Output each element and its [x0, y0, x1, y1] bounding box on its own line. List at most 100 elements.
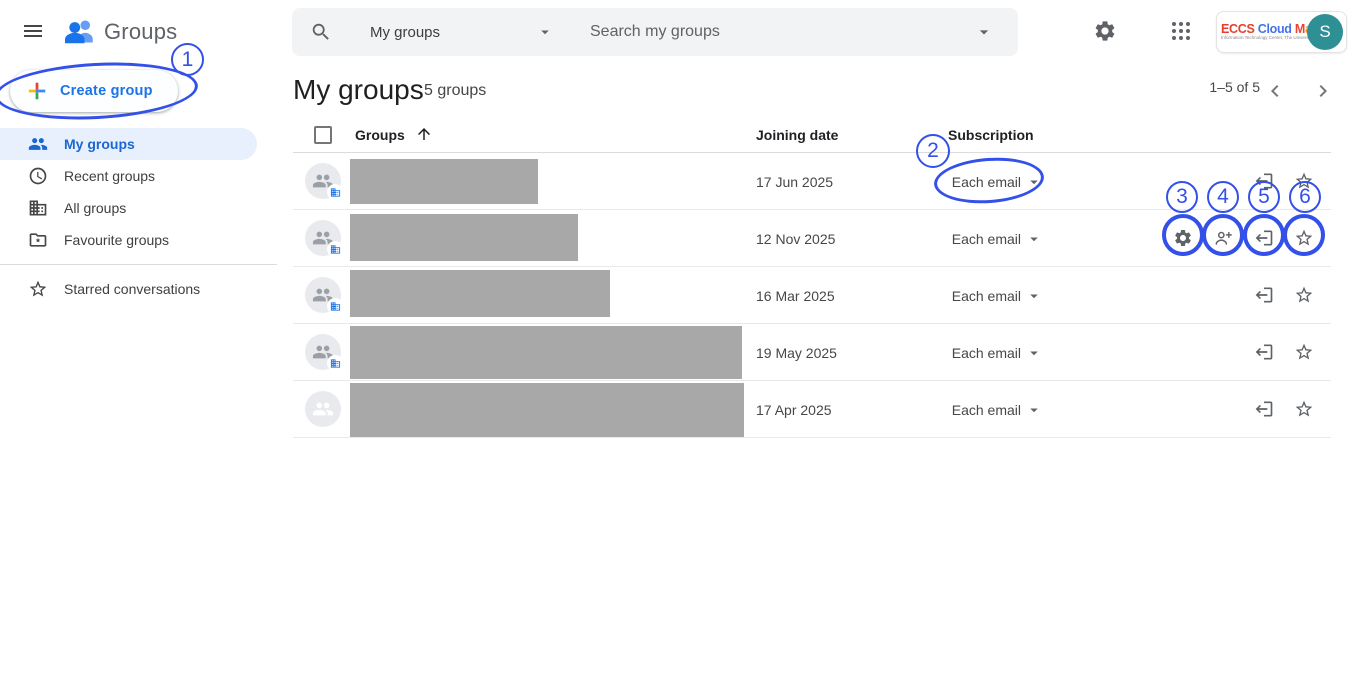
sidebar-item-label: Favourite groups	[64, 232, 169, 248]
select-all-checkbox[interactable]	[314, 126, 332, 144]
create-group-label: Create group	[60, 83, 153, 99]
sidebar-item-starred-conversations[interactable]: Starred conversations	[0, 273, 257, 305]
sidebar-item-my-groups[interactable]: My groups	[0, 128, 257, 160]
table-row[interactable]: 17 Jun 2025 Each email	[293, 153, 1331, 210]
chevron-down-icon	[1025, 230, 1043, 248]
subscription-dropdown[interactable]: Each email	[903, 344, 1053, 362]
table-row[interactable]: 16 Mar 2025 Each email	[293, 267, 1331, 324]
star-icon[interactable]	[1294, 285, 1314, 305]
column-header-subscription: Subscription	[948, 127, 1034, 143]
table-header: Groups Joining date Subscription	[293, 118, 1331, 153]
people-icon	[28, 134, 48, 154]
redacted-group-name	[350, 159, 538, 204]
eccs-cloud-mail-logo: ECCS Cloud Mail Information Technology C…	[1217, 23, 1305, 41]
leave-group-icon[interactable]	[1254, 399, 1274, 419]
menu-icon[interactable]	[21, 19, 45, 43]
redacted-group-name	[350, 383, 744, 437]
groups-logo[interactable]: Groups	[62, 13, 177, 51]
domain-icon	[28, 198, 48, 218]
advanced-search-chevron-icon[interactable]	[974, 22, 994, 42]
subscription-value: Each email	[903, 402, 1021, 418]
group-avatar	[305, 220, 341, 256]
star-icon[interactable]	[1294, 342, 1314, 362]
subscription-dropdown[interactable]: Each email	[903, 401, 1053, 419]
eccs-word: ECCS	[1221, 22, 1255, 36]
pagination-label: 1–5 of 5	[1150, 79, 1260, 95]
redacted-group-name	[350, 270, 610, 317]
search-icon[interactable]	[310, 21, 332, 43]
organization-badge-icon	[327, 355, 343, 371]
joining-date: 19 May 2025	[756, 345, 837, 361]
leave-group-icon[interactable]	[1254, 342, 1274, 362]
subscription-dropdown[interactable]: Each email	[903, 287, 1053, 305]
organization-badge-icon	[327, 241, 343, 257]
groups-logo-text: Groups	[104, 19, 177, 45]
subscription-value: Each email	[903, 345, 1021, 361]
group-avatar	[305, 334, 341, 370]
groups-logo-icon	[62, 14, 98, 50]
account-widget[interactable]: ECCS Cloud Mail Information Technology C…	[1216, 11, 1347, 53]
sidebar-item-label: All groups	[64, 200, 126, 216]
search-scope-dropdown[interactable]: My groups	[370, 23, 570, 41]
sort-ascending-icon[interactable]	[415, 125, 433, 143]
people-icon	[312, 398, 334, 420]
sidebar-item-label: Starred conversations	[64, 281, 200, 297]
search-bar: My groups	[292, 8, 1018, 56]
leave-group-icon[interactable]	[1254, 285, 1274, 305]
top-bar: Groups My groups ECCS Cloud Mail Informa…	[0, 0, 1363, 64]
star-icon[interactable]	[1294, 228, 1314, 248]
table-row[interactable]: 17 Apr 2025 Each email	[293, 381, 1331, 438]
column-header-joining-date: Joining date	[756, 127, 838, 143]
joining-date: 17 Jun 2025	[756, 174, 833, 190]
sidebar-divider	[0, 264, 277, 265]
folder-star-icon	[28, 230, 48, 250]
add-member-icon[interactable]	[1213, 228, 1233, 248]
group-avatar	[305, 163, 341, 199]
avatar[interactable]: S	[1307, 14, 1343, 50]
joining-date: 16 Mar 2025	[756, 288, 835, 304]
sidebar-item-all-groups[interactable]: All groups	[0, 192, 257, 224]
joining-date: 17 Apr 2025	[756, 402, 832, 418]
star-icon[interactable]	[1294, 171, 1314, 191]
sidebar-item-favourite-groups[interactable]: Favourite groups	[0, 224, 257, 256]
group-avatar	[305, 391, 341, 427]
clock-icon	[28, 166, 48, 186]
create-group-button[interactable]: Create group	[10, 70, 178, 112]
settings-icon[interactable]	[1093, 19, 1117, 43]
leave-group-icon[interactable]	[1254, 228, 1274, 248]
chevron-down-icon	[1025, 287, 1043, 305]
sidebar-item-label: Recent groups	[64, 168, 155, 184]
chevron-down-icon	[536, 23, 554, 41]
group-avatar	[305, 277, 341, 313]
apps-grid-icon[interactable]	[1169, 19, 1193, 43]
search-scope-label: My groups	[370, 24, 440, 41]
page-title: My groups	[293, 74, 424, 106]
joining-date: 12 Nov 2025	[756, 231, 835, 247]
column-header-groups[interactable]: Groups	[355, 127, 405, 143]
chevron-down-icon	[1025, 173, 1043, 191]
redacted-group-name	[350, 326, 742, 379]
subscription-value: Each email	[903, 231, 1021, 247]
group-settings-icon[interactable]	[1173, 228, 1193, 248]
organization-badge-icon	[327, 184, 343, 200]
search-input[interactable]	[570, 23, 974, 41]
star-icon	[28, 279, 48, 299]
subscription-value: Each email	[903, 174, 1021, 190]
redacted-group-name	[350, 214, 578, 261]
plus-icon	[26, 80, 48, 102]
subscription-dropdown[interactable]: Each email	[903, 230, 1053, 248]
chevron-down-icon	[1025, 344, 1043, 362]
chevron-down-icon	[1025, 401, 1043, 419]
sidebar-item-recent-groups[interactable]: Recent groups	[0, 160, 257, 192]
eccs-subtitle: Information Technology Center, The Unive…	[1221, 36, 1305, 41]
group-count: 5 groups	[424, 82, 486, 100]
star-icon[interactable]	[1294, 399, 1314, 419]
page-previous-icon[interactable]	[1263, 79, 1287, 103]
table-row[interactable]: 19 May 2025 Each email	[293, 324, 1331, 381]
sidebar-item-label: My groups	[64, 136, 135, 152]
subscription-dropdown[interactable]: Each email	[903, 173, 1053, 191]
cloud-word: Cloud	[1258, 22, 1292, 36]
leave-group-icon[interactable]	[1254, 171, 1274, 191]
table-row[interactable]: 12 Nov 2025 Each email	[293, 210, 1331, 267]
page-next-icon[interactable]	[1311, 79, 1335, 103]
